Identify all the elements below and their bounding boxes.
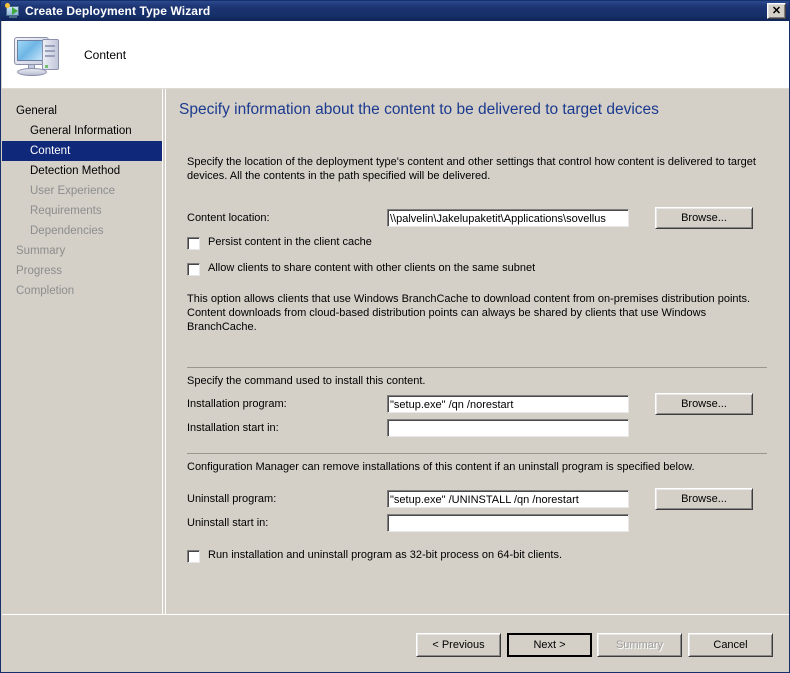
title-bar: Create Deployment Type Wizard ✕ — [1, 1, 789, 21]
next-button[interactable]: Next > — [507, 633, 592, 657]
persist-content-row[interactable]: Persist content in the client cache — [187, 236, 372, 250]
wizard-main-panel: Specify information about the content to… — [167, 89, 789, 672]
summary-button: Summary — [597, 633, 682, 657]
install-section-divider — [187, 367, 767, 368]
share-subnet-label: Allow clients to share content with othe… — [208, 262, 536, 274]
uninstall-program-row: Uninstall program: "setup.exe" /UNINSTAL… — [187, 488, 770, 510]
sidebar-item-user-experience[interactable]: User Experience — [2, 181, 162, 201]
run-32bit-row[interactable]: Run installation and uninstall program a… — [187, 549, 562, 563]
close-icon[interactable]: ✕ — [767, 3, 786, 19]
persist-content-label: Persist content in the client cache — [208, 236, 372, 248]
sidebar-item-general[interactable]: General — [2, 101, 162, 121]
installation-start-in-label: Installation start in: — [187, 422, 279, 434]
previous-button[interactable]: < Previous — [416, 633, 501, 657]
sidebar-item-detection-method[interactable]: Detection Method — [2, 161, 162, 181]
installation-start-in-input[interactable] — [387, 419, 629, 437]
uninstall-start-in-row: Uninstall start in: — [187, 514, 657, 532]
uninstall-program-label: Uninstall program: — [187, 493, 277, 505]
sidebar-item-content[interactable]: Content — [2, 141, 162, 161]
browse-installation-program-button[interactable]: Browse... — [655, 393, 753, 415]
computer-icon — [12, 31, 66, 79]
sidebar-item-completion[interactable]: Completion — [2, 281, 162, 301]
sidebar-item-general-information[interactable]: General Information — [2, 121, 162, 141]
uninstall-section-note: Configuration Manager can remove install… — [187, 461, 695, 473]
sidebar-divider-secondary — [165, 89, 166, 672]
cancel-button[interactable]: Cancel — [688, 633, 773, 657]
sidebar-item-progress[interactable]: Progress — [2, 261, 162, 281]
share-subnet-checkbox[interactable] — [187, 263, 200, 276]
share-subnet-row[interactable]: Allow clients to share content with othe… — [187, 262, 535, 276]
installation-program-row: Installation program: "setup.exe" /qn /n… — [187, 393, 770, 415]
persist-content-checkbox[interactable] — [187, 237, 200, 250]
page-title: Specify information about the content to… — [179, 101, 659, 118]
wizard-window: Create Deployment Type Wizard ✕ Content … — [0, 0, 790, 673]
wizard-step-nav: General General Information Content Dete… — [2, 89, 162, 672]
content-location-input[interactable]: \\palvelin\Jakelupaketit\Applications\so… — [387, 209, 629, 227]
uninstall-start-in-label: Uninstall start in: — [187, 517, 269, 529]
deployment-type-icon — [5, 3, 21, 19]
browse-content-location-button[interactable]: Browse... — [655, 207, 753, 229]
browse-uninstall-program-button[interactable]: Browse... — [655, 488, 753, 510]
header-page-title: Content — [84, 47, 127, 62]
window-title: Create Deployment Type Wizard — [25, 4, 211, 18]
install-section-note: Specify the command used to install this… — [187, 375, 426, 387]
installation-program-label: Installation program: — [187, 398, 287, 410]
intro-description: Specify the location of the deployment t… — [187, 156, 756, 182]
installation-program-input[interactable]: "setup.exe" /qn /norestart — [387, 395, 629, 413]
sidebar-divider — [162, 89, 163, 672]
sidebar-item-requirements[interactable]: Requirements — [2, 201, 162, 221]
sidebar-item-summary[interactable]: Summary — [2, 241, 162, 261]
uninstall-start-in-input[interactable] — [387, 514, 629, 532]
wizard-footer: < Previous Next > Summary Cancel — [2, 615, 789, 672]
sidebar-item-dependencies[interactable]: Dependencies — [2, 221, 162, 241]
installation-start-in-row: Installation start in: — [187, 419, 657, 437]
uninstall-section-divider — [187, 453, 767, 454]
run-32bit-label: Run installation and uninstall program a… — [208, 549, 563, 561]
uninstall-program-input[interactable]: "setup.exe" /UNINSTALL /qn /norestart — [387, 490, 629, 508]
content-location-label: Content location: — [187, 212, 270, 224]
run-32bit-checkbox[interactable] — [187, 550, 200, 563]
content-location-row: Content location: \\palvelin\Jakelupaket… — [187, 207, 770, 229]
wizard-header: Content — [2, 21, 789, 88]
branchcache-note: This option allows clients that use Wind… — [187, 293, 751, 333]
